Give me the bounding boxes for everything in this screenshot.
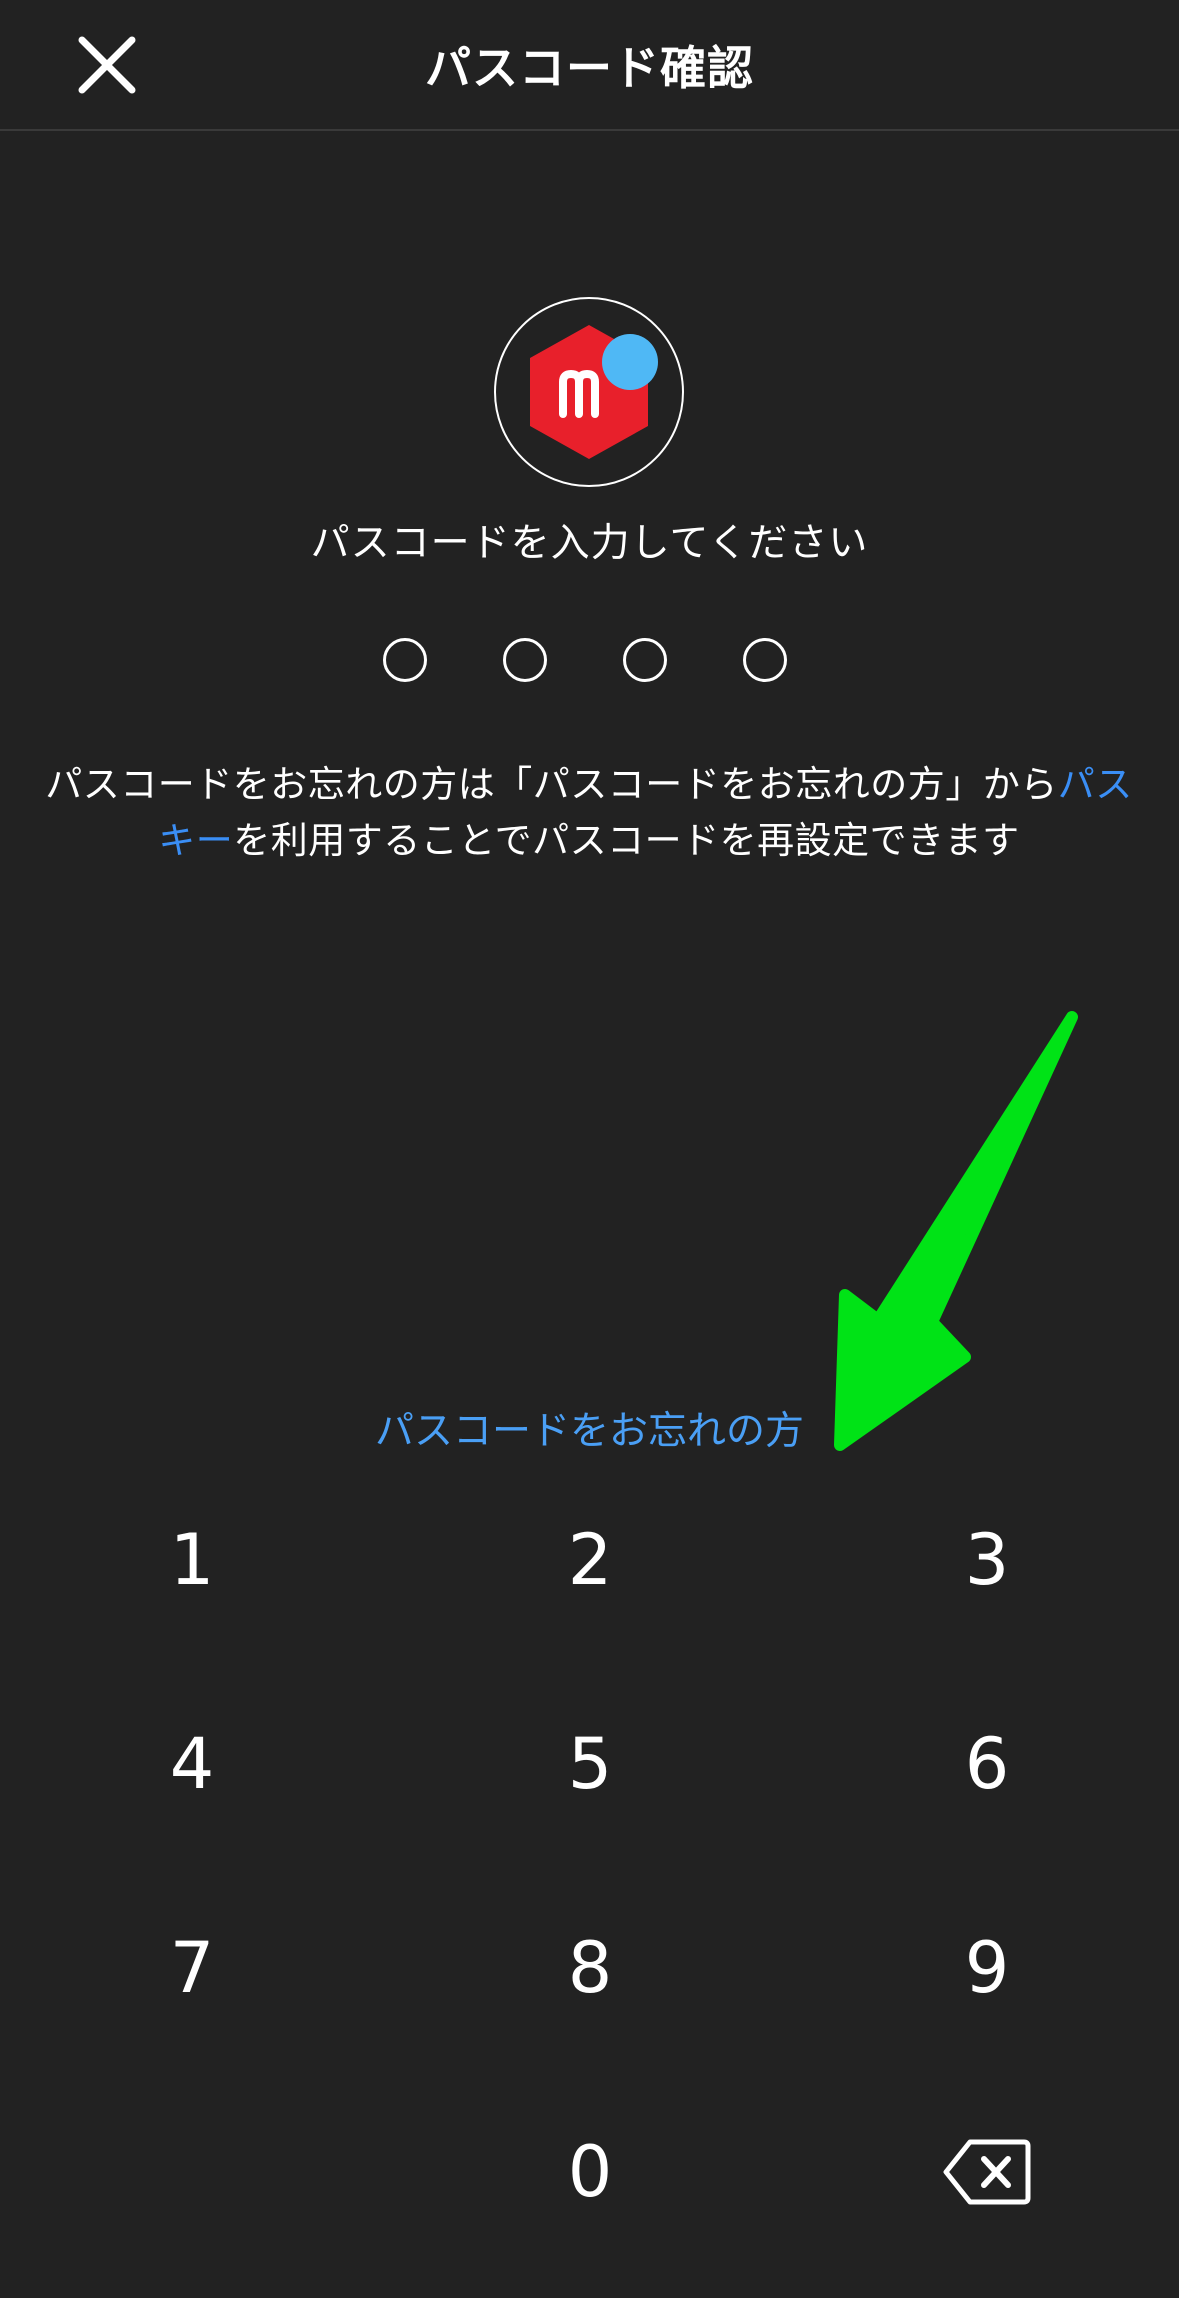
key-5[interactable]: 5 bbox=[440, 1684, 740, 1844]
key-0[interactable]: 0 bbox=[440, 2092, 740, 2252]
info-text-before: パスコードをお忘れの方は「パスコードをお忘れの方」から bbox=[45, 763, 1058, 806]
key-1[interactable]: 1 bbox=[42, 1480, 342, 1640]
passcode-prompt: パスコードを入力してください bbox=[310, 521, 869, 566]
key-7[interactable]: 7 bbox=[42, 1888, 342, 2048]
backspace-button[interactable] bbox=[837, 2092, 1137, 2252]
info-text: パスコードをお忘れの方は「パスコードをお忘れの方」からパスキーを利用することでパ… bbox=[44, 757, 1134, 869]
mercari-logo-icon bbox=[494, 297, 684, 487]
key-8[interactable]: 8 bbox=[440, 1888, 740, 2048]
key-3[interactable]: 3 bbox=[837, 1480, 1137, 1640]
key-4[interactable]: 4 bbox=[42, 1684, 342, 1844]
key-9[interactable]: 9 bbox=[837, 1888, 1137, 2048]
passcode-dot bbox=[383, 638, 427, 682]
passcode-dot bbox=[623, 638, 667, 682]
info-text-after: を利用することでパスコードを再設定できます bbox=[233, 819, 1020, 862]
forgot-passcode-link[interactable]: パスコードをお忘れの方 bbox=[0, 1400, 1179, 1456]
passcode-dot bbox=[743, 638, 787, 682]
key-2[interactable]: 2 bbox=[440, 1480, 740, 1640]
passcode-dot bbox=[503, 638, 547, 682]
passcode-indicator bbox=[383, 638, 799, 690]
page-title: パスコード確認 bbox=[425, 41, 754, 95]
app-logo bbox=[493, 296, 685, 488]
header: パスコード確認 bbox=[0, 0, 1179, 131]
key-6[interactable]: 6 bbox=[837, 1684, 1137, 1844]
backspace-icon bbox=[943, 2139, 1031, 2205]
